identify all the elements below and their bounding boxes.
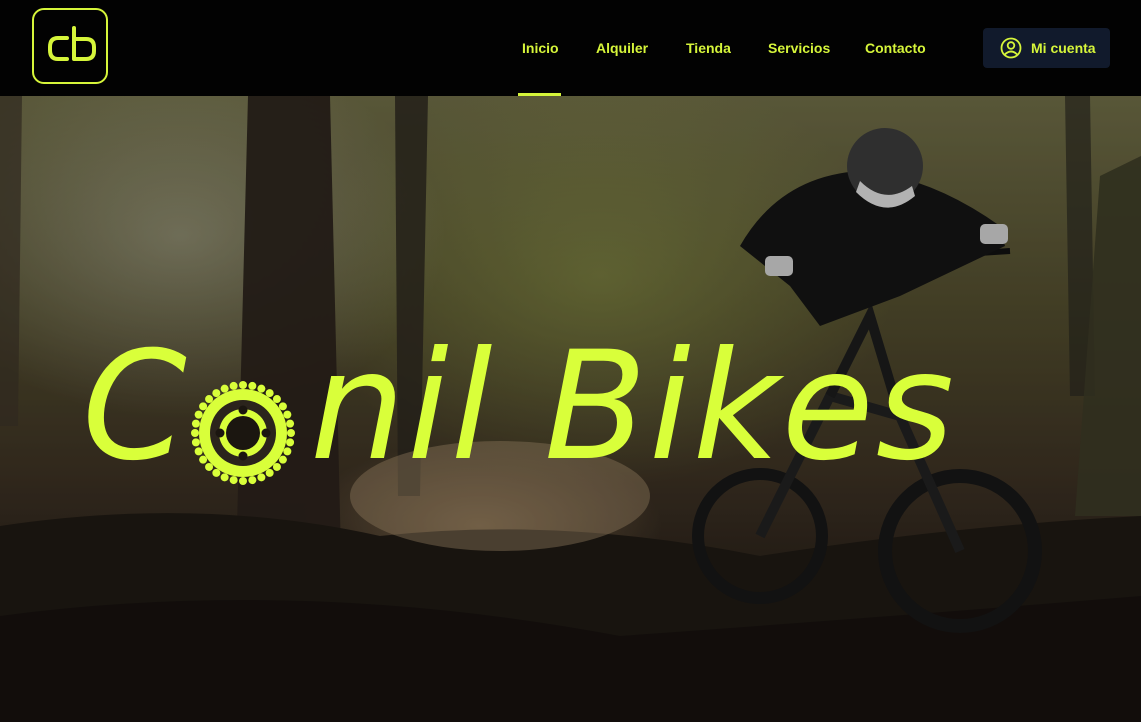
chainring-tooth xyxy=(205,462,214,471)
hero-banner: C nil Bikes xyxy=(0,96,1141,722)
chainring-tooth xyxy=(257,384,266,393)
chainring-tooth xyxy=(272,462,281,471)
account-label: Mi cuenta xyxy=(1031,40,1096,56)
chainring-tooth xyxy=(212,468,221,477)
chainring-tooth xyxy=(287,429,295,437)
nav-contacto[interactable]: Contacto xyxy=(865,40,926,56)
chainring-tooth xyxy=(286,419,295,428)
user-circle-icon xyxy=(1000,37,1022,59)
chainring-tooth xyxy=(220,384,229,393)
site-header: Inicio Alquiler Tienda Servicios Contact… xyxy=(0,0,1141,96)
chainring-tooth xyxy=(265,468,274,477)
chainring-tooth xyxy=(239,381,247,389)
chainring-tooth xyxy=(191,429,199,437)
chainring-icon xyxy=(191,381,295,485)
chainring-tooth xyxy=(278,402,287,411)
chainring-tooth xyxy=(229,476,238,485)
chainring-tooth xyxy=(194,447,203,456)
main-nav: Inicio Alquiler Tienda Servicios Contact… xyxy=(0,0,1141,96)
account-button[interactable]: Mi cuenta xyxy=(983,28,1110,68)
chainring-tooth xyxy=(191,419,200,428)
nav-tienda[interactable]: Tienda xyxy=(686,40,731,56)
chainring-tooth xyxy=(239,477,247,485)
chainring-tooth xyxy=(272,395,281,404)
chainring-tooth xyxy=(257,473,266,482)
chainring-tooth xyxy=(220,473,229,482)
nav-servicios[interactable]: Servicios xyxy=(768,40,830,56)
chainring-tooth xyxy=(283,447,292,456)
hero-title-first-letter: C xyxy=(82,320,189,494)
chainring-tooth xyxy=(265,389,274,398)
chainring-tooth xyxy=(283,410,292,419)
chainring-tooth xyxy=(278,455,287,464)
nav-inicio[interactable]: Inicio xyxy=(522,40,559,56)
chainring-tooth xyxy=(199,455,208,464)
chainring-tooth xyxy=(248,381,257,390)
nav-alquiler[interactable]: Alquiler xyxy=(596,40,648,56)
chainring-tooth xyxy=(248,476,257,485)
chainring-tooth xyxy=(194,410,203,419)
chainring-tooth xyxy=(199,402,208,411)
hero-title-rest: nil Bikes xyxy=(310,320,956,494)
chainring-tooth xyxy=(286,438,295,447)
chainring-tooth xyxy=(212,389,221,398)
chainring-tooth xyxy=(191,438,200,447)
chainring-tooth xyxy=(205,395,214,404)
chainring-tooth xyxy=(229,381,238,390)
